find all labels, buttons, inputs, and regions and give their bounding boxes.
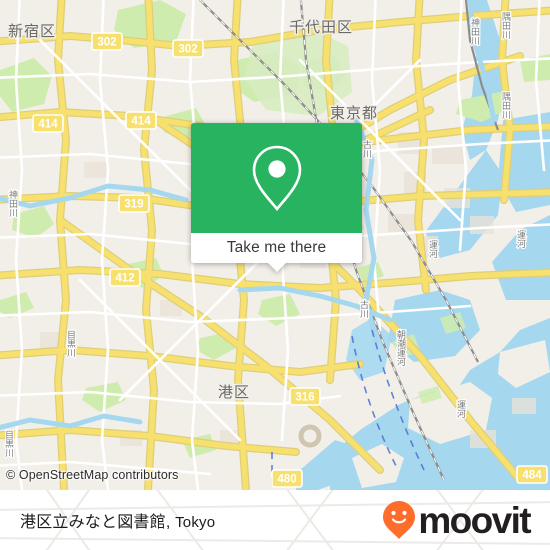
road-shield: 302 bbox=[91, 32, 123, 51]
road-shield: 414 bbox=[125, 111, 157, 130]
take-me-there-popup[interactable]: Take me there bbox=[191, 123, 362, 272]
road-shield: 484 bbox=[516, 465, 548, 484]
map-river-label: 神田川 bbox=[7, 189, 18, 217]
road-shield-label: 414 bbox=[131, 116, 151, 128]
map-river-label: 運河 bbox=[515, 230, 526, 248]
map-river-label: 神田川 bbox=[469, 17, 480, 45]
map-pin-icon bbox=[252, 145, 301, 212]
title-separator: , bbox=[165, 514, 176, 531]
moovit-wordmark: moovit bbox=[418, 499, 531, 541]
road-shield-label: 412 bbox=[115, 273, 134, 285]
road-shield-label: 302 bbox=[178, 44, 197, 56]
popup-footer[interactable]: Take me there bbox=[191, 233, 362, 272]
place-title: 港区立みなと図書館, Tokyo bbox=[20, 508, 215, 532]
map-river-label: 目黒川 bbox=[3, 430, 14, 457]
map-river-label: 古川 bbox=[361, 139, 372, 158]
road-shield-label: 316 bbox=[295, 392, 314, 404]
moovit-pin-smiley-icon bbox=[383, 501, 416, 539]
map-place-label: 千代田区 bbox=[289, 18, 353, 36]
road-shield-label: 414 bbox=[38, 119, 58, 131]
place-name: 港区立みなと図書館 bbox=[20, 514, 166, 531]
map-place-label: 新宿区 bbox=[8, 22, 56, 40]
road-shield-label: 319 bbox=[124, 199, 143, 211]
map-river-label: 古川 bbox=[358, 299, 369, 318]
footer-bar: 港区立みなと図書館, Tokyo moovit bbox=[0, 490, 550, 550]
road-shield: 480 bbox=[271, 469, 303, 488]
popup-header bbox=[191, 123, 362, 233]
road-shield: 412 bbox=[109, 268, 141, 287]
map-river-label: 運河 bbox=[455, 400, 466, 418]
road-shield-label: 480 bbox=[277, 474, 296, 486]
popup-pointer bbox=[266, 262, 287, 272]
moovit-place-card: 神田川 隅田川 隅田川 古川 古川 目黒川 目黒川 神田川 朝潮運河 運河 運河 運河 千代田区 東京都… bbox=[0, 0, 550, 550]
road-shield: 414 bbox=[32, 114, 64, 133]
road-shield: 319 bbox=[118, 194, 150, 213]
map-river-label: 朝潮運河 bbox=[395, 330, 406, 366]
map-place-label: 東京都 bbox=[330, 104, 378, 122]
road-shield-label: 484 bbox=[522, 470, 542, 482]
moovit-logo[interactable]: moovit bbox=[382, 499, 532, 541]
road-shield: 316 bbox=[289, 387, 321, 406]
place-city: Tokyo bbox=[175, 514, 216, 531]
map-river-label: 隅田川 bbox=[500, 12, 511, 39]
road-shield: 302 bbox=[172, 39, 204, 58]
popup-action-label: Take me there bbox=[226, 239, 327, 256]
map-river-label: 目黒川 bbox=[65, 330, 76, 357]
map-river-label: 運河 bbox=[427, 240, 438, 258]
map-river-label: 隅田川 bbox=[500, 92, 511, 119]
map-place-label: 港区 bbox=[218, 383, 250, 401]
road-shield-label: 302 bbox=[97, 37, 116, 49]
osm-attribution[interactable]: © OpenStreetMap contributors bbox=[6, 468, 179, 482]
